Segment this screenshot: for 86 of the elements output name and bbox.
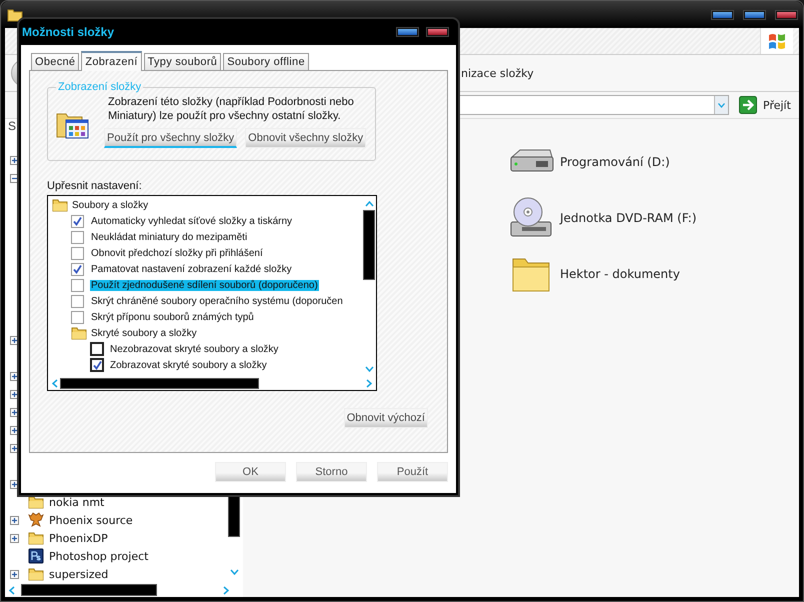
expand-icon[interactable] [10,426,19,434]
close-button[interactable] [776,10,797,18]
chevron-down-icon[interactable] [230,569,238,575]
ok-button[interactable]: OK [215,462,286,482]
expand-icon[interactable] [10,336,19,344]
expand-icon[interactable] [10,156,19,164]
drive-item[interactable]: Jednotka DVD-RAM (F:) [560,211,697,225]
settings-label: Upřesnit nastavení: [47,180,143,192]
drive-item[interactable]: Hektor - dokumenty [560,267,680,281]
radio-button[interactable] [90,358,104,372]
minimize-button[interactable] [712,10,733,18]
chevron-down-icon [718,102,725,108]
setting-option[interactable]: Skrýt chráněné soubory operačního systému (doporučen [90,296,344,306]
folder-icon [7,8,23,22]
radio-button[interactable] [90,342,104,356]
checkbox[interactable] [71,294,84,308]
setting-option[interactable]: Automaticky vyhledat síťové složky a tiskárny [90,216,294,226]
tab[interactable]: Zobrazení [81,51,142,71]
tab[interactable]: Typy souborů [144,53,222,70]
tab[interactable]: Soubory offline [223,53,309,70]
maximize-button[interactable] [744,10,765,18]
settings-group[interactable]: Skryté soubory a složky [90,328,198,338]
checkbox[interactable] [71,214,84,228]
setting-option[interactable]: Neukládat miniatury do mezipaměti [90,232,248,242]
folder-icon [28,567,44,581]
checkmark-icon [92,360,102,370]
app-icon [28,548,44,564]
checkbox[interactable] [71,310,84,324]
go-button[interactable]: Přejít [735,96,795,114]
expand-icon[interactable] [10,444,19,452]
checkbox[interactable] [71,230,84,244]
scrollbar-thumb[interactable] [60,378,259,388]
bird-icon [28,512,44,528]
chevron-right-icon[interactable] [366,378,372,388]
chevron-left-icon[interactable] [52,378,58,388]
group-title: Zobrazení složky [57,81,142,93]
setting-option[interactable]: Zobrazovat skryté soubory a složky [109,360,268,370]
cancel-button[interactable]: Storno [296,462,367,482]
setting-option[interactable]: Nezobrazovat skryté soubory a složky [109,344,280,354]
help-button[interactable] [397,28,418,36]
checkbox[interactable] [71,262,84,276]
expand-icon[interactable] [10,390,19,398]
tree-item[interactable]: nokia nmt [49,496,104,508]
tree-item[interactable]: supersized [49,568,108,580]
chevron-left-icon[interactable] [9,586,15,594]
collapse-icon[interactable] [10,174,19,182]
tree-item[interactable]: PhoenixDP [49,532,108,544]
expand-icon[interactable] [10,534,19,542]
settings-group[interactable]: Soubory a složky [71,200,150,210]
folder-icon [28,531,44,545]
expand-icon[interactable] [10,372,19,380]
description-text: Zobrazení této složky (například Podorbnosti nebo Miniatury) lze použít pro všechny ostatní složky. [108,95,355,123]
folder-icon [52,198,68,212]
scrollbar-thumb[interactable] [363,210,375,280]
expand-icon[interactable] [10,570,19,578]
setting-option[interactable]: Skrýt příponu souborů známých typů [90,312,255,322]
restore-defaults-button[interactable]: Obnovit výchozí [344,408,428,428]
windows-logo-icon [768,32,786,50]
close-button[interactable] [427,28,448,36]
arrow-right-icon [739,96,757,114]
setting-option[interactable]: Obnovit předchozí složky při přihlášení [90,248,264,258]
checkmark-icon [73,264,82,274]
expand-icon[interactable] [10,480,19,488]
toolbar-button[interactable]: nizace složky [461,66,534,80]
tree-item[interactable]: Phoenix source [49,514,133,526]
folder-icon [71,326,87,340]
dialog-title: Možnosti složky [22,25,114,39]
reset-button[interactable]: Obnovit všechny složky [245,128,366,148]
apply-button[interactable]: Použít pro všechny složky [104,128,238,148]
chevron-up-icon[interactable] [364,201,374,207]
checkmark-icon [73,216,82,226]
apply-button[interactable]: Použít [377,462,448,482]
folder-icon [28,495,44,509]
drive-item[interactable]: Programování (D:) [560,155,670,169]
tree-item[interactable]: Photoshop project [49,550,148,562]
chevron-down-icon[interactable] [364,366,374,372]
scrollbar-thumb[interactable] [21,584,157,596]
chevron-right-icon[interactable] [223,586,229,594]
checkbox[interactable] [71,278,84,292]
expand-icon[interactable] [10,516,19,524]
tab[interactable]: Obecné [31,53,80,70]
pane-header: S [8,119,18,133]
setting-option[interactable]: Použít zjednodušené sdílení souborů (doporučeno) [90,280,319,290]
expand-icon[interactable] [10,408,19,416]
setting-option[interactable]: Pamatovat nastavení zobrazení každé složky [90,264,293,274]
checkbox[interactable] [71,246,84,260]
